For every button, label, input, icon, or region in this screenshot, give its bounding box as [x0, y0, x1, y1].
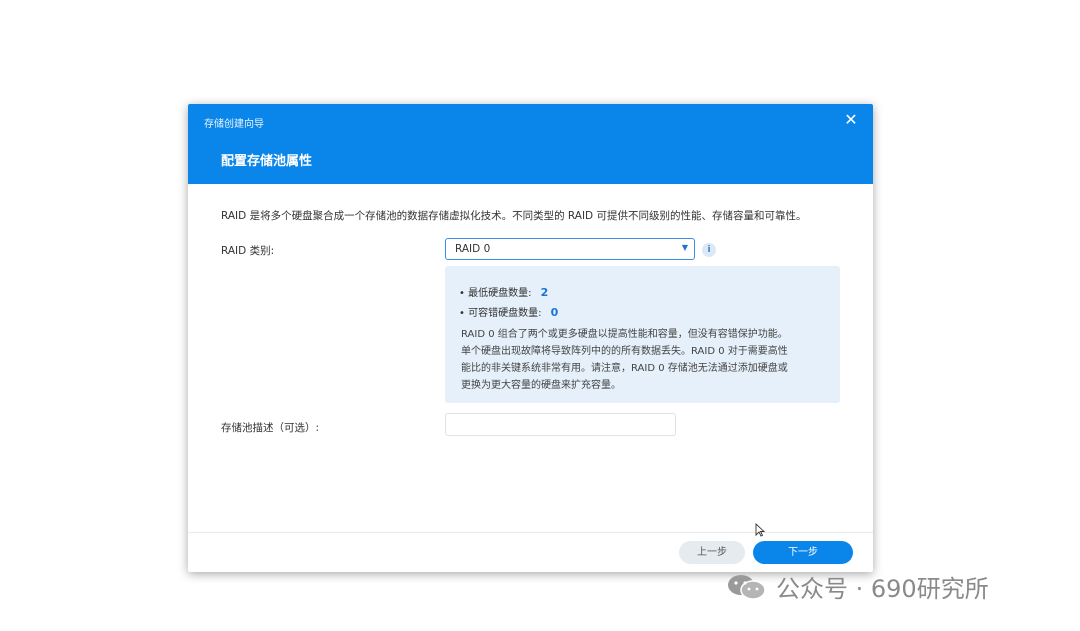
- storage-wizard-dialog: 存储创建向导 ✕ 配置存储池属性 RAID 是将多个硬盘聚合成一个存储池的数据存…: [188, 104, 873, 572]
- bullet-dot: •: [459, 288, 469, 299]
- raid-type-select[interactable]: RAID 0 ▼: [445, 238, 695, 260]
- footer-divider: [188, 532, 873, 533]
- raid-description-line: 单个硬盘出现故障将导致阵列中的的所有数据丢失。RAID 0 对于需要高性: [461, 346, 788, 357]
- raid-info-box: • 最低硬盘数量: 2 • 可容错硬盘数量: 0 RAID 0 组合了两个或更多…: [445, 266, 840, 403]
- raid-description-line: 能比的非关键系统非常有用。请注意，RAID 0 存储池无法通过添加硬盘或: [461, 363, 788, 374]
- bullet-dot: •: [459, 308, 469, 319]
- info-icon[interactable]: i: [702, 243, 716, 257]
- pool-description-label: 存储池描述（可选）:: [221, 422, 320, 434]
- wechat-logo-icon: [728, 575, 766, 600]
- pool-description-input[interactable]: [445, 413, 676, 436]
- back-button[interactable]: 上一步: [679, 541, 745, 564]
- fault-tolerance-label: 可容错硬盘数量:: [468, 308, 542, 319]
- fault-tolerance-value: 0: [550, 306, 559, 319]
- raid-description-line: 更换为更大容量的硬盘来扩充容量。: [461, 380, 621, 391]
- raid-type-label: RAID 类别:: [221, 245, 275, 257]
- next-button[interactable]: 下一步: [753, 541, 853, 564]
- close-icon[interactable]: ✕: [843, 112, 859, 128]
- chevron-down-icon: ▼: [681, 243, 688, 252]
- wizard-title: 存储创建向导: [204, 119, 264, 130]
- dialog-header: 存储创建向导 ✕ 配置存储池属性: [188, 104, 873, 184]
- mouse-cursor-icon: [755, 523, 765, 537]
- min-disks-label: 最低硬盘数量:: [468, 288, 532, 299]
- min-disks-item: • 最低硬盘数量: 2: [459, 284, 548, 299]
- raid-description-line: RAID 0 组合了两个或更多硬盘以提高性能和容量，但没有容错保护功能。: [461, 329, 788, 340]
- raid-description: RAID 0 组合了两个或更多硬盘以提高性能和容量，但没有容错保护功能。 单个硬…: [461, 326, 829, 394]
- step-title: 配置存储池属性: [221, 154, 313, 169]
- raid-type-value: RAID 0: [455, 243, 491, 255]
- min-disks-value: 2: [540, 286, 549, 299]
- fault-tolerance-item: • 可容错硬盘数量: 0: [459, 304, 558, 319]
- raid-intro-text: RAID 是将多个硬盘聚合成一个存储池的数据存储虚拟化技术。不同类型的 RAID…: [221, 210, 807, 222]
- watermark-text: 公众号 · 690研究所: [776, 575, 989, 603]
